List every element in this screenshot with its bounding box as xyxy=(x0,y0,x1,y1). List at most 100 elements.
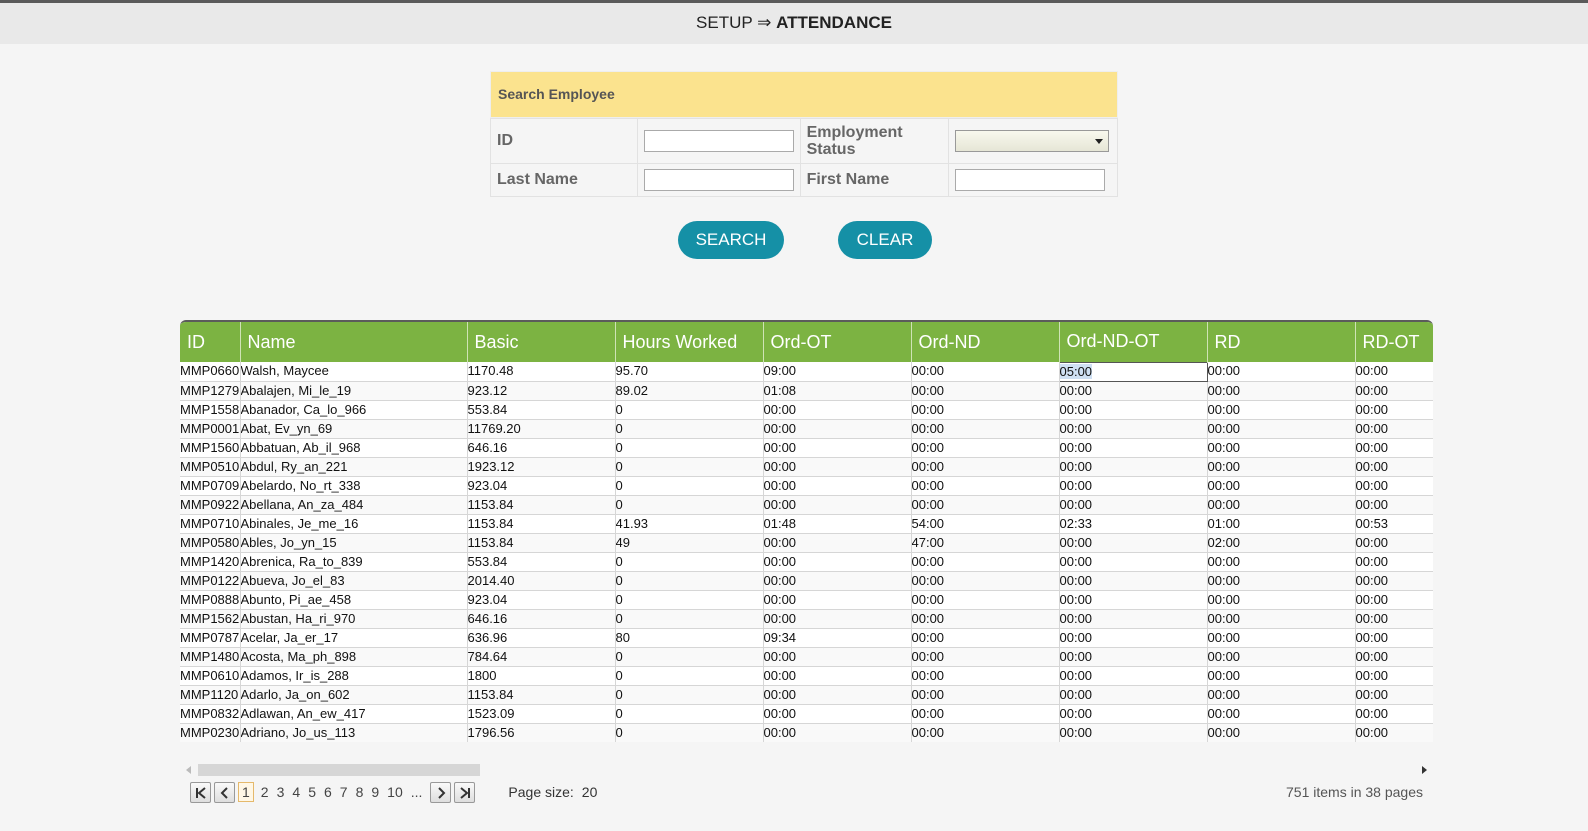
table-cell[interactable]: 11769.20 xyxy=(467,419,616,439)
table-cell[interactable]: 00:00 xyxy=(763,476,912,496)
clear-button[interactable]: CLEAR xyxy=(838,221,932,259)
table-cell[interactable]: 00:00 xyxy=(763,533,912,553)
table-cell[interactable]: 00:00 xyxy=(1059,476,1208,496)
table-cell[interactable]: 1796.56 xyxy=(467,723,616,742)
table-cell[interactable]: Adamos, Ir_is_288 xyxy=(240,666,468,686)
column-header[interactable]: Ord-ND xyxy=(911,322,1060,362)
table-cell[interactable]: 95.70 xyxy=(615,362,764,382)
table-cell[interactable]: 553.84 xyxy=(467,552,616,572)
column-header[interactable]: Ord-OT xyxy=(763,322,912,362)
table-cell[interactable]: 00:00 xyxy=(1059,381,1208,401)
table-cell[interactable]: 01:08 xyxy=(763,381,912,401)
table-cell[interactable]: 00:00 xyxy=(1207,400,1356,420)
table-cell[interactable]: MMP1480 xyxy=(180,647,241,667)
table-cell[interactable]: 00:00 xyxy=(1059,628,1208,648)
table-cell[interactable]: MMP0001 xyxy=(180,419,241,439)
table-cell[interactable]: 00:00 xyxy=(1059,704,1208,724)
table-cell[interactable]: 00:00 xyxy=(1355,533,1433,553)
table-cell[interactable]: 00:00 xyxy=(1207,704,1356,724)
table-cell[interactable]: 00:00 xyxy=(1059,571,1208,591)
table-cell[interactable]: 00:00 xyxy=(911,362,1060,382)
table-cell[interactable]: Abbatuan, Ab_il_968 xyxy=(240,438,468,458)
chevron-down-icon[interactable] xyxy=(1095,139,1104,144)
table-cell[interactable]: 00:00 xyxy=(1355,438,1433,458)
id-input[interactable] xyxy=(643,130,794,152)
table-cell[interactable]: MMP0888 xyxy=(180,590,241,610)
table-cell[interactable]: 00:00 xyxy=(1207,457,1356,477)
table-cell[interactable]: 00:00 xyxy=(911,419,1060,439)
column-header[interactable]: Ord-ND-OT xyxy=(1059,322,1208,362)
table-cell[interactable]: Abanador, Ca_lo_966 xyxy=(240,400,468,420)
table-row[interactable]: MMP0230 Adriano, Jo_us_113 1796.56 0 00:00 00… xyxy=(180,723,1433,742)
table-cell[interactable]: 1153.84 xyxy=(467,685,616,705)
table-cell[interactable]: 00:00 xyxy=(1207,609,1356,629)
page-number-link[interactable]: 1 xyxy=(238,782,254,802)
table-cell[interactable]: 00:00 xyxy=(1207,495,1356,515)
table-cell[interactable]: 00:00 xyxy=(1355,476,1433,496)
horizontal-scrollbar[interactable] xyxy=(180,762,1433,778)
table-cell[interactable]: 0 xyxy=(615,609,764,629)
column-header[interactable]: RD-OT xyxy=(1355,322,1433,362)
table-row[interactable]: MMP0510 Abdul, Ry_an_221 1923.12 0 00:00 00:0… xyxy=(180,457,1433,477)
table-cell[interactable]: 0 xyxy=(615,400,764,420)
table-cell[interactable]: 646.16 xyxy=(467,609,616,629)
page-number-link[interactable]: 6 xyxy=(324,784,332,800)
table-row[interactable]: MMP0580 Ables, Jo_yn_15 1153.84 49 00:00 47:0… xyxy=(180,533,1433,553)
table-cell[interactable]: 923.04 xyxy=(467,590,616,610)
table-cell[interactable]: Acelar, Ja_er_17 xyxy=(240,628,468,648)
table-cell[interactable]: 00:00 xyxy=(1355,647,1433,667)
table-cell[interactable]: 00:00 xyxy=(763,400,912,420)
table-cell[interactable]: 0 xyxy=(615,647,764,667)
table-cell[interactable]: 0 xyxy=(615,457,764,477)
table-cell[interactable]: 00:00 xyxy=(763,723,912,742)
table-cell[interactable]: MMP1420 xyxy=(180,552,241,572)
table-row[interactable]: MMP0122 Abueva, Jo_el_83 2014.40 0 00:00 00:0… xyxy=(180,571,1433,591)
table-row[interactable]: MMP0709 Abelardo, No_rt_338 923.04 0 00:00 00… xyxy=(180,476,1433,496)
table-cell[interactable]: 00:00 xyxy=(1355,552,1433,572)
page-number-link[interactable]: 10 xyxy=(387,784,403,800)
table-cell[interactable]: 00:00 xyxy=(911,438,1060,458)
table-cell[interactable]: 00:00 xyxy=(1207,438,1356,458)
table-cell[interactable]: 00:00 xyxy=(763,590,912,610)
table-cell[interactable]: 00:00 xyxy=(1207,362,1356,382)
table-cell[interactable]: 1153.84 xyxy=(467,514,616,534)
table-cell[interactable]: 00:00 xyxy=(1059,685,1208,705)
table-cell[interactable]: 09:00 xyxy=(763,362,912,382)
table-row[interactable]: MMP1480 Acosta, Ma_ph_898 784.64 0 00:00 00:0… xyxy=(180,647,1433,667)
table-cell[interactable]: 00:00 xyxy=(763,438,912,458)
table-cell[interactable]: 00:00 xyxy=(763,495,912,515)
table-cell[interactable]: 00:00 xyxy=(763,552,912,572)
table-row[interactable]: MMP0610 Adamos, Ir_is_288 1800 0 00:00 00:00 0… xyxy=(180,666,1433,686)
table-cell[interactable]: 00:00 xyxy=(1355,609,1433,629)
table-cell[interactable]: Adarlo, Ja_on_602 xyxy=(240,685,468,705)
search-button[interactable]: SEARCH xyxy=(678,221,784,259)
table-cell[interactable]: 00:00 xyxy=(1059,400,1208,420)
table-cell[interactable]: 00:00 xyxy=(1059,666,1208,686)
scroll-right-icon[interactable] xyxy=(1422,766,1427,774)
table-row[interactable]: MMP0787 Acelar, Ja_er_17 636.96 80 09:34 00:0… xyxy=(180,628,1433,648)
table-cell[interactable]: 47:00 xyxy=(911,533,1060,553)
table-cell[interactable]: Acosta, Ma_ph_898 xyxy=(240,647,468,667)
table-cell[interactable]: 02:33 xyxy=(1059,514,1208,534)
table-cell[interactable]: 00:00 xyxy=(1059,647,1208,667)
table-cell[interactable]: MMP0510 xyxy=(180,457,241,477)
table-cell[interactable]: Abat, Ev_yn_69 xyxy=(240,419,468,439)
table-cell[interactable]: 00:00 xyxy=(1207,476,1356,496)
column-header[interactable]: Basic xyxy=(467,322,616,362)
table-cell[interactable]: 00:00 xyxy=(911,685,1060,705)
first-name-input[interactable] xyxy=(955,169,1106,191)
table-cell[interactable]: Adlawan, An_ew_417 xyxy=(240,704,468,724)
table-cell[interactable]: 00:00 xyxy=(1059,457,1208,477)
table-cell[interactable]: 0 xyxy=(615,704,764,724)
table-cell[interactable]: 49 xyxy=(615,533,764,553)
column-header[interactable]: RD xyxy=(1207,322,1356,362)
table-cell[interactable]: 0 xyxy=(615,476,764,496)
table-cell[interactable]: 00:00 xyxy=(763,666,912,686)
table-cell[interactable]: 0 xyxy=(615,438,764,458)
table-cell[interactable]: 00:00 xyxy=(911,723,1060,742)
table-cell[interactable]: MMP0660 xyxy=(180,362,241,382)
last-name-input[interactable] xyxy=(643,169,794,191)
table-cell[interactable]: 00:00 xyxy=(1355,571,1433,591)
table-cell[interactable]: 00:00 xyxy=(1059,590,1208,610)
table-cell[interactable]: MMP0832 xyxy=(180,704,241,724)
